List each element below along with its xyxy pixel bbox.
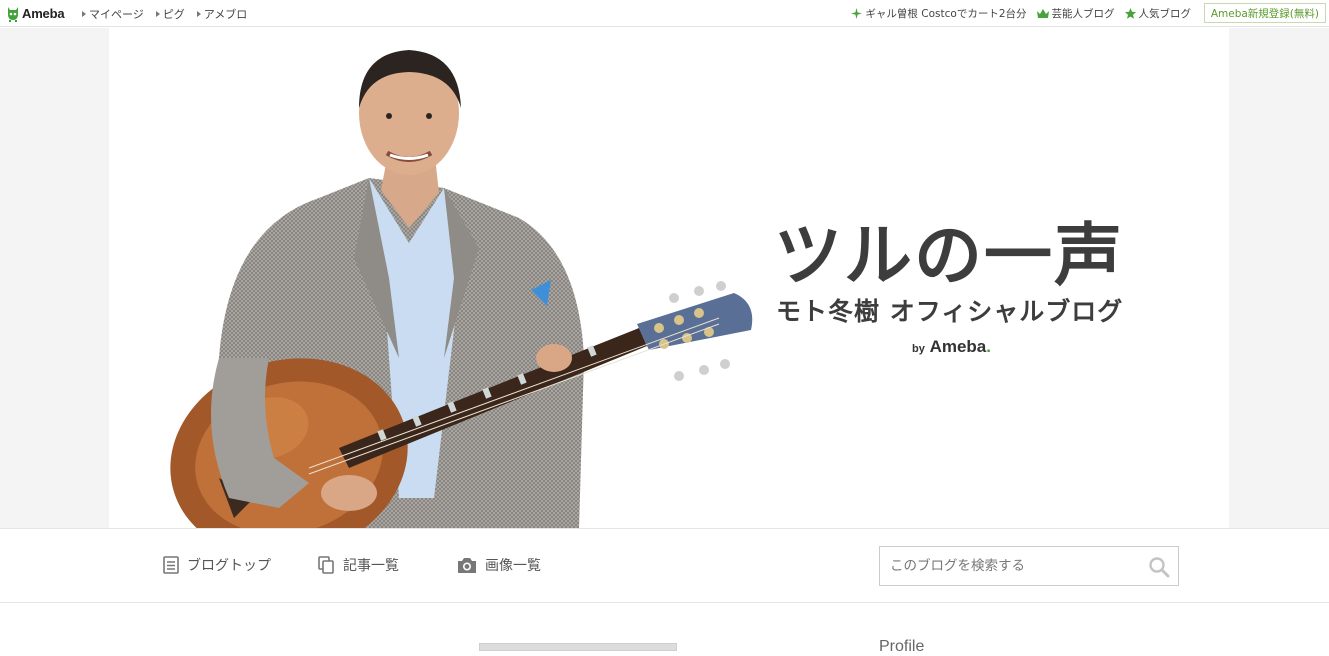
nav-pigg-label: ピグ bbox=[162, 7, 185, 21]
hero-photo bbox=[170, 50, 753, 528]
brand-label: Ameba bbox=[929, 337, 987, 356]
ameba-logo[interactable]: Ameba bbox=[6, 4, 65, 22]
caret-right-icon bbox=[196, 10, 201, 17]
brand-dot: . bbox=[986, 337, 991, 356]
search-icon[interactable] bbox=[1148, 556, 1170, 578]
top-nav: マイページ ピグ アメブロ bbox=[82, 0, 247, 27]
nav-blog-top-label: ブログトップ bbox=[187, 558, 271, 574]
star-icon bbox=[1124, 8, 1136, 19]
article-image[interactable] bbox=[479, 643, 677, 651]
trending-link[interactable]: ギャル曽根 Costcoでカート2台分 bbox=[851, 6, 1027, 21]
nav-mypage-label: マイページ bbox=[89, 7, 144, 21]
crown-icon bbox=[1036, 8, 1049, 18]
logo-text: Ameba bbox=[22, 5, 65, 21]
copy-icon bbox=[318, 556, 334, 574]
sparkle-icon bbox=[851, 8, 863, 19]
header-side-right bbox=[1229, 28, 1329, 528]
blog-header[interactable]: ツルの一声 モト冬樹 オフィシャルブログ by Ameba. bbox=[109, 28, 1229, 528]
blog-subtitle: モト冬樹 オフィシャルブログ bbox=[776, 297, 1124, 326]
nav-image-list[interactable]: 画像一覧 bbox=[457, 555, 541, 575]
blog-title: ツルの一声 bbox=[774, 217, 1125, 296]
nav-mypage[interactable]: マイページ bbox=[82, 6, 144, 22]
nav-article-list[interactable]: 記事一覧 bbox=[318, 555, 399, 575]
caret-right-icon bbox=[155, 10, 160, 17]
top-right-links: ギャル曽根 Costcoでカート2台分 芸能人ブログ 人気ブログ bbox=[851, 0, 1191, 27]
caret-right-icon bbox=[82, 10, 86, 17]
blog-nav: ブログトップ 記事一覧 画像一覧 bbox=[0, 528, 1329, 603]
trending-link-label: ギャル曽根 Costcoでカート2台分 bbox=[865, 8, 1027, 20]
search-input[interactable] bbox=[880, 547, 1142, 585]
by-label: by bbox=[912, 343, 925, 355]
by-ameba: by Ameba. bbox=[912, 337, 991, 357]
blog-search bbox=[879, 546, 1179, 586]
document-icon bbox=[163, 556, 179, 574]
nav-article-list-label: 記事一覧 bbox=[343, 558, 399, 574]
header-side-left bbox=[0, 28, 109, 528]
profile-heading: Profile bbox=[879, 638, 925, 655]
celebrity-blog-link[interactable]: 芸能人ブログ bbox=[1036, 6, 1115, 21]
nav-pigg[interactable]: ピグ bbox=[155, 6, 185, 22]
signup-button[interactable]: Ameba新規登録(無料) bbox=[1203, 3, 1326, 23]
popular-blog-label: 人気ブログ bbox=[1138, 8, 1192, 20]
popular-blog-link[interactable]: 人気ブログ bbox=[1124, 6, 1192, 21]
ameba-mascot-icon bbox=[8, 6, 18, 22]
global-header: Ameba マイページ ピグ アメブロ ギャル曽根 Costcoでカート2台分 … bbox=[0, 0, 1329, 27]
camera-icon bbox=[458, 557, 476, 573]
celebrity-blog-label: 芸能人ブログ bbox=[1051, 8, 1115, 20]
nav-image-list-label: 画像一覧 bbox=[485, 558, 541, 574]
nav-ameblo[interactable]: アメブロ bbox=[196, 6, 248, 22]
nav-ameblo-label: アメブロ bbox=[203, 7, 248, 21]
nav-blog-top[interactable]: ブログトップ bbox=[163, 555, 271, 575]
